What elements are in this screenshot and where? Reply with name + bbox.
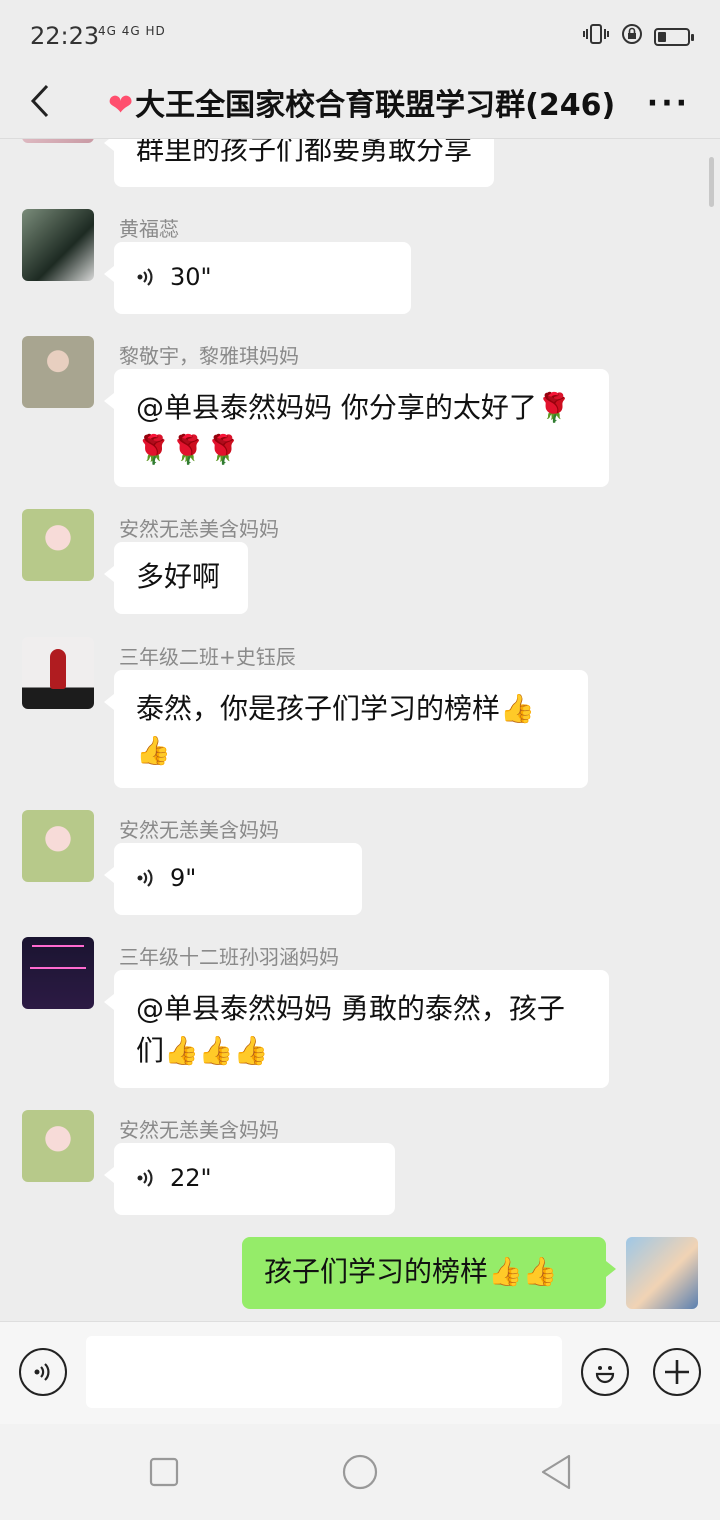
voice-wave-icon: [137, 869, 153, 887]
chat-header: ❤大王全国家校合育联盟学习群(246) ···: [0, 72, 720, 139]
scrollbar[interactable]: [709, 157, 714, 207]
group-title-text: 大王全国家校合育联盟学习群(246): [135, 88, 616, 123]
emoji-button[interactable]: [581, 1348, 629, 1396]
message-text: @单县泰然妈妈 你分享的太好了🌹🌹🌹🌹: [136, 391, 572, 466]
sender-name: 安然无恙美含妈妈: [119, 517, 279, 541]
heart-icon: ❤: [108, 88, 134, 123]
group-title: ❤大王全国家校合育联盟学习群(246): [108, 80, 616, 124]
home-button[interactable]: [340, 1452, 380, 1492]
avatar[interactable]: [22, 1110, 94, 1182]
voice-wave-icon: [137, 268, 153, 286]
sender-name: 黎敬宇，黎雅琪妈妈: [119, 344, 299, 368]
message-text: 多好啊: [136, 560, 221, 593]
message-text: 群里的孩子们都要勇敢分享: [136, 139, 473, 166]
voice-message-bubble[interactable]: 9": [104, 843, 362, 915]
recent-apps-icon: [149, 1457, 179, 1487]
own-avatar[interactable]: [626, 1237, 698, 1309]
recent-apps-button[interactable]: [144, 1452, 184, 1492]
avatar[interactable]: [22, 209, 94, 281]
status-time: 22:23: [30, 22, 100, 50]
home-icon: [342, 1454, 378, 1490]
avatar[interactable]: [22, 139, 94, 143]
emoji-icon: [595, 1366, 615, 1384]
status-icons: [582, 22, 694, 52]
battery-icon: [654, 28, 694, 46]
own-message-bubble[interactable]: 孩子们学习的榜样👍👍: [242, 1237, 616, 1309]
plus-icon: [665, 1360, 689, 1384]
voice-duration: 30": [170, 263, 212, 291]
message-text: 孩子们学习的榜样👍👍: [264, 1255, 558, 1288]
message-bubble[interactable]: 群里的孩子们都要勇敢分享: [103, 139, 495, 187]
avatar[interactable]: [22, 336, 94, 408]
input-bar: [0, 1321, 720, 1424]
avatar[interactable]: [22, 937, 94, 1009]
voice-duration: 22": [170, 1164, 212, 1192]
signal-indicator: 4G 4G HD: [98, 24, 166, 38]
avatar[interactable]: [22, 810, 94, 882]
message-bubble[interactable]: 泰然，你是孩子们学习的榜样👍👍: [104, 670, 588, 788]
system-nav-bar: [0, 1424, 720, 1520]
sender-name: 三年级二班+史钰辰: [119, 645, 296, 669]
avatar[interactable]: [22, 637, 94, 709]
chevron-left-icon: [30, 84, 49, 118]
message-bubble[interactable]: 多好啊: [104, 542, 248, 614]
message-bubble[interactable]: @单县泰然妈妈 勇敢的泰然，孩子们👍👍👍: [104, 970, 609, 1088]
sender-name: 黄福蕊: [119, 217, 179, 241]
sender-name: 安然无恙美含妈妈: [119, 1118, 279, 1142]
sender-name: 三年级十二班孙羽涵妈妈: [119, 945, 339, 969]
message-input[interactable]: [86, 1336, 562, 1408]
back-button[interactable]: [20, 76, 60, 126]
sender-name: 安然无恙美含妈妈: [119, 818, 279, 842]
voice-message-bubble[interactable]: 30": [104, 242, 411, 314]
rotation-lock-icon: [620, 22, 644, 52]
plus-button[interactable]: [653, 1348, 701, 1396]
message-text: @单县泰然妈妈 勇敢的泰然，孩子们👍👍👍: [136, 992, 565, 1067]
voice-wave-icon: [137, 1169, 153, 1187]
voice-message-bubble[interactable]: 22": [104, 1143, 395, 1215]
message-text: 泰然，你是孩子们学习的榜样👍👍: [136, 692, 535, 767]
message-bubble[interactable]: @单县泰然妈妈 你分享的太好了🌹🌹🌹🌹: [104, 369, 609, 487]
status-bar: 22:23 4G 4G HD: [0, 0, 720, 72]
avatar[interactable]: [22, 509, 94, 581]
voice-duration: 9": [170, 864, 197, 892]
voice-toggle-button[interactable]: [19, 1348, 67, 1396]
more-button[interactable]: ···: [647, 86, 690, 121]
vibrate-icon: [582, 22, 610, 52]
back-icon: [541, 1454, 571, 1490]
nav-back-button[interactable]: [536, 1452, 576, 1492]
voice-toggle-icon: [34, 1363, 50, 1381]
chat-area[interactable]: 群里的孩子们都要勇敢分享 黄福蕊 30" 黎敬宇，黎雅琪妈妈 @单县泰然妈妈 你…: [0, 139, 720, 1321]
